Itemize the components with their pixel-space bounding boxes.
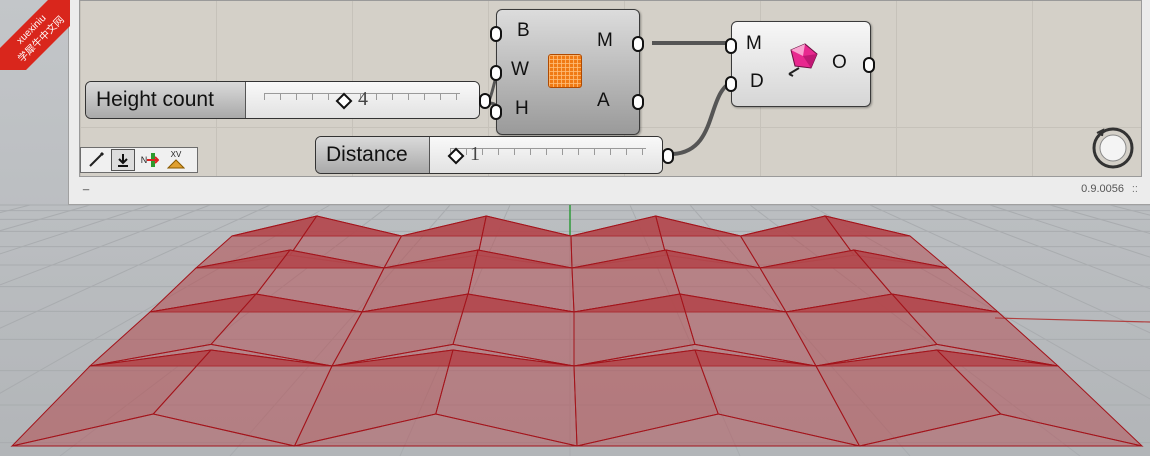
height-count-slider[interactable]: Height count 4 [85, 81, 491, 119]
pink-gem-offset-icon [788, 43, 818, 77]
distance-track[interactable]: 1 [430, 137, 662, 173]
version-label: 0.9.0056 [1081, 183, 1124, 195]
xv-icon[interactable]: XV [165, 150, 187, 170]
height-count-output-grip[interactable] [479, 93, 491, 109]
grasshopper-canvas[interactable]: B W H M A M D O Height count 4 Distance … [79, 0, 1142, 177]
input-w-grip[interactable] [490, 65, 502, 81]
output-a-grip[interactable] [632, 94, 644, 110]
height-count-label: Height count [86, 82, 246, 118]
n-arrow-icon[interactable]: N [139, 150, 161, 170]
xv-label: XV [170, 150, 182, 159]
output-m-label: M [597, 30, 613, 51]
status-left: _ [83, 179, 90, 191]
distance-label: Distance [316, 137, 430, 173]
resize-grip-icon[interactable]: :: [1132, 183, 1138, 195]
grasshopper-window: B W H M A M D O Height count 4 Distance … [68, 0, 1150, 205]
distance-output-grip[interactable] [662, 148, 674, 164]
status-bar: _ 0.9.0056 :: [79, 177, 1140, 199]
input-d-grip[interactable] [725, 76, 737, 92]
input-h-label: H [515, 98, 529, 119]
distance-slider[interactable]: Distance 1 [315, 136, 674, 174]
input-b-label: B [517, 20, 530, 41]
offset-component[interactable]: M D O [725, 21, 875, 107]
pencil-icon[interactable] [85, 150, 107, 170]
input-w-label: W [511, 59, 529, 80]
output-o-grip[interactable] [863, 57, 875, 73]
output-a-label: A [597, 90, 610, 111]
wire-distance-to-d [672, 79, 736, 156]
watermark-ribbon-text: xuexiniu 学犀牛中文网 [0, 0, 70, 70]
orange-grid-panel-icon [548, 54, 582, 88]
canvas-toolbar: N XV [80, 147, 198, 173]
input-m-label: M [746, 33, 762, 54]
watermark-line1: xuexiniu [14, 12, 49, 47]
output-o-label: O [832, 52, 847, 73]
distance-value: 1 [470, 143, 480, 165]
input-d-label: D [750, 71, 764, 92]
height-count-value: 4 [358, 88, 368, 110]
input-m-grip[interactable] [725, 38, 737, 54]
output-m-grip[interactable] [632, 36, 644, 52]
canvas-navigator-icon[interactable] [1090, 125, 1136, 171]
input-h-grip[interactable] [490, 104, 502, 120]
watermark-ribbon: xuexiniu 学犀牛中文网 [0, 0, 70, 70]
height-count-track[interactable]: 4 [246, 82, 479, 118]
download-icon[interactable] [111, 149, 135, 171]
panel-component[interactable]: B W H M A [490, 9, 644, 135]
input-b-grip[interactable] [490, 26, 502, 42]
